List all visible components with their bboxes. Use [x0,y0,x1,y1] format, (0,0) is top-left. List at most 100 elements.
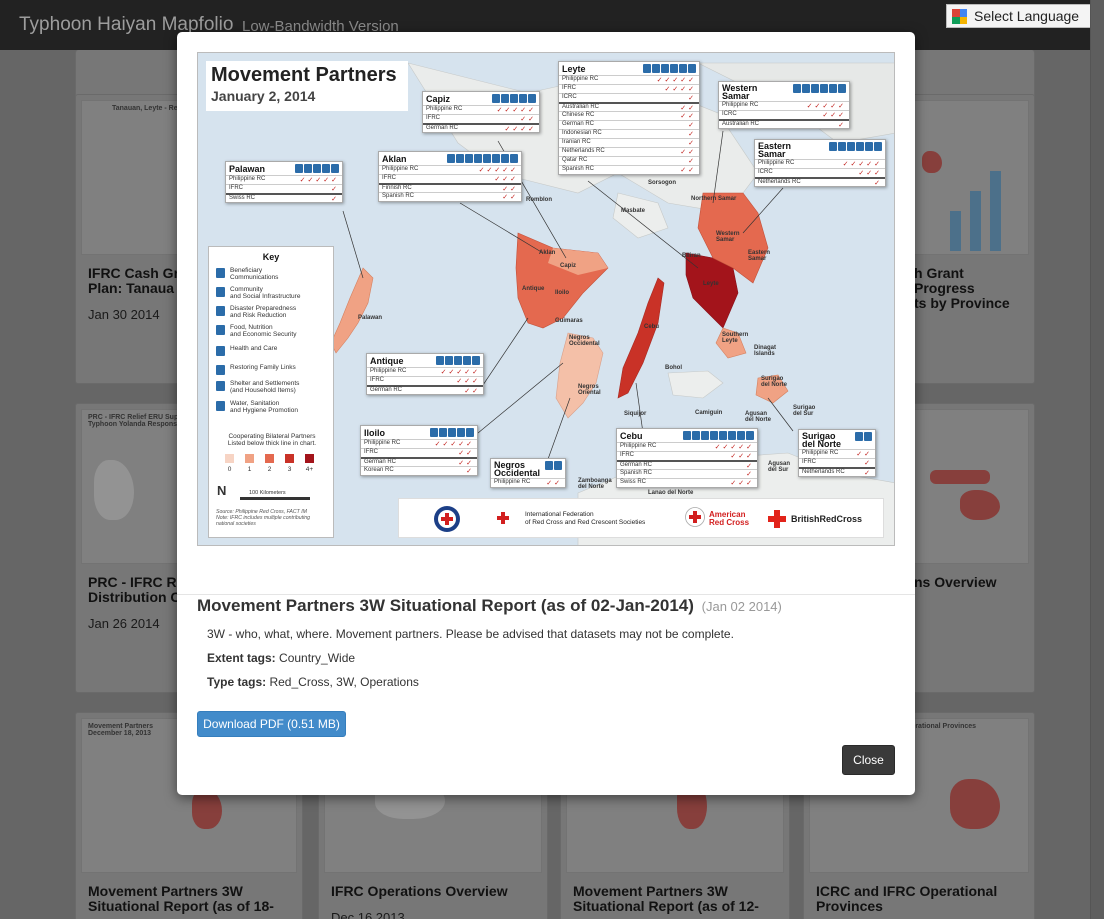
check-icon: ✓✓✓✓ [664,86,696,93]
org-name: Netherlands RC [758,179,801,185]
place-label: Dinagat Islands [754,345,777,357]
place-label: Northern Samar [691,196,737,202]
org-name: Australian RC [722,121,760,127]
table-row: Qatar RC ✓ [559,156,699,165]
check-icon: ✓✓✓✓✓ [496,107,536,114]
legend-label: Shelter and Settlements (and Household I… [230,380,300,394]
card-title[interactable]: IFRC Operations Overview [331,884,508,899]
place-label: Masbate [621,208,646,214]
card-title[interactable]: ICRC and IFRC Operational Provinces [816,884,997,914]
map-legend: Key Beneficiary Communications Community… [208,246,334,538]
place-label: Agusan del Sur [768,461,791,473]
scale-label: 3 [287,466,292,473]
scale-swatch-3 [285,454,294,463]
language-select[interactable]: Select Language ▾ [946,4,1101,28]
table-row: German RC ✓✓ [361,457,477,467]
sector-icons [447,154,518,163]
map-detail-modal: Movement Partners January 2, 2014 Romblo… [177,32,915,795]
american-red-cross-text: American Red Cross [709,510,750,527]
check-icon: ✓✓✓✓✓ [842,161,882,168]
scale-label: 0 [227,466,232,473]
org-name: German RC [370,387,403,393]
check-icon: ✓ [688,95,696,102]
legend-label: Food, Nutrition and Economic Security [230,324,297,338]
table-row: ICRC ✓ [559,93,699,102]
org-name: Spanish RC [620,470,653,476]
download-pdf-button[interactable]: Download PDF (0.51 MB) [197,711,346,737]
modal-body: Movement Partners January 2, 2014 Romblo… [177,32,915,595]
close-button[interactable]: Close [842,745,895,775]
google-icon [952,9,967,24]
scale-label: 1 [247,466,252,473]
check-icon: ✓ [864,470,872,477]
table-row: German RC ✓ [617,460,757,470]
table-row: Philippine RC ✓✓ [491,478,565,487]
org-name: German RC [364,459,397,465]
table-row: Chinese RC ✓✓ [559,111,699,120]
extent-tags-label: Extent tags: [207,651,276,665]
card-title[interactable]: h Grant Progress ts by Province [914,266,1010,311]
card-title-text: IFRC Cash Gr Plan: Tanaua [88,265,180,296]
org-name: Swiss RC [229,195,256,201]
type-tags-label: Type tags: [207,675,267,689]
check-icon: ✓✓ [680,149,696,156]
north-arrow-icon: N [217,483,227,498]
check-icon: ✓ [874,180,882,187]
place-label: Palawan [358,315,383,321]
card-title[interactable]: PRC - IFRC R Distribution C [88,575,181,605]
card-title[interactable]: IFRC Cash Gr Plan: Tanaua [88,266,179,296]
ifrc-logo-icon [497,512,517,524]
check-icon: ✓ [688,131,696,138]
org-name: German RC [620,462,653,468]
card-title[interactable]: Movement Partners 3W Situational Report … [88,884,274,914]
org-name: Iranian RC [562,139,591,145]
table-row: Philippine RC ✓✓✓✓✓ [367,367,483,376]
sector-icons [683,431,754,440]
card-date: Dec 16 2013 [331,910,405,919]
table-row: Philippine RC ✓✓✓✓✓ [755,159,885,168]
partner-table-leyte: Leyte Philippine RC ✓✓✓✓✓ IFRC ✓✓✓✓ ICRC ✓ … [558,61,700,175]
place-label: Agusan del Norte [745,411,772,423]
legend-label: Health and Care [230,345,278,352]
check-icon: ✓✓✓✓✓ [714,444,754,451]
card-title-text: PRC - IFRC R Distribution C [88,574,181,605]
scale-swatch-0 [225,454,234,463]
org-name: Chinese RC [562,112,595,118]
org-name: IFRC [364,449,378,455]
org-name: Philippine RC [758,160,795,166]
org-name: German RC [426,125,459,131]
card-title-text: Movement Partners 3W Situational Report … [573,883,759,914]
legend-item: Restoring Family Links [216,364,331,380]
org-name: Indonesian RC [562,130,602,136]
scalebar [240,497,310,500]
partner-table-western-samar: Western Samar Philippine RC ✓✓✓✓✓ ICRC ✓✓✓… [718,81,850,129]
checkbox-icon [216,306,225,316]
place-label: Aklan [539,250,556,256]
org-name: IFRC [562,85,576,91]
report-title-text: Movement Partners 3W Situational Report … [197,596,694,615]
legend-scale [225,454,314,463]
check-icon: ✓✓✓✓ [504,126,536,133]
family-icon [216,365,225,375]
card-title-text: Movement Partners 3W Situational Report … [88,883,274,914]
org-name: Spanish RC [382,193,415,199]
table-row: Philippine RC ✓✓✓✓✓ [559,75,699,84]
legend-item: Food, Nutrition and Economic Security [216,324,331,340]
map-title-box: Movement Partners January 2, 2014 [206,61,408,111]
card-title[interactable]: ns Overview [914,575,997,590]
page-scrollbar[interactable] [1090,0,1104,919]
partner-table-negros-occidental: Negros Occidental Philippine RC ✓✓ [490,458,566,488]
org-name: Spanish RC [562,166,595,172]
table-row: IFRC ✓ [799,458,875,467]
legend-label: Restoring Family Links [230,364,296,371]
org-name: Philippine RC [370,368,407,374]
check-icon: ✓✓✓ [858,170,882,177]
place-label: Biliran [682,253,701,259]
card-title-text: ns Overview [914,574,997,590]
partner-table-eastern-samar: Eastern Samar Philippine RC ✓✓✓✓✓ ICRC ✓✓✓… [754,139,886,187]
check-icon: ✓✓✓✓✓ [478,167,518,174]
scale-swatch-4 [305,454,314,463]
card-title[interactable]: Movement Partners 3W Situational Report … [573,884,759,914]
place-label: Zamboanga del Norte [578,478,612,490]
check-icon: ✓✓✓✓✓ [440,369,480,376]
